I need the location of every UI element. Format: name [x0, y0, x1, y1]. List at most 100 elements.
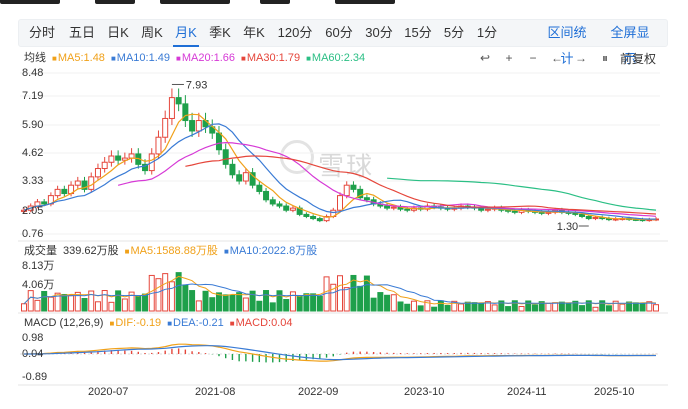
volume-bar — [135, 295, 142, 312]
macd-tick-label: 0.04 — [22, 348, 44, 360]
candle-body — [289, 207, 296, 211]
candle-body — [572, 212, 579, 215]
volume-bar — [121, 298, 128, 312]
volume-bar — [34, 299, 41, 312]
candle-body — [215, 132, 222, 151]
volume-bar — [619, 303, 626, 312]
volume-bar — [202, 290, 209, 312]
volume-bar — [142, 293, 149, 312]
volume-bar — [653, 304, 659, 312]
volume-bar — [444, 305, 451, 312]
volume-bar — [478, 302, 485, 312]
volume-bar — [21, 303, 27, 312]
candle-body — [108, 155, 115, 163]
volume-bar — [377, 292, 384, 312]
volume-bar — [310, 293, 317, 312]
x-tick-label: 2021-08 — [195, 386, 236, 398]
volume-bar — [471, 302, 478, 312]
candle-body — [263, 190, 270, 201]
volume-bar — [108, 301, 115, 312]
volume-bar — [370, 297, 377, 312]
volume-bar — [316, 295, 323, 312]
volume-bar — [61, 293, 68, 312]
volume-bar — [296, 295, 303, 312]
candle-body — [175, 97, 182, 105]
volume-bar — [511, 300, 518, 312]
candle-body — [115, 155, 122, 161]
price-tick-label: 0.76 — [22, 228, 44, 240]
volume-bar — [256, 300, 263, 312]
candle-body — [350, 184, 357, 190]
volume-bar — [222, 294, 229, 312]
volume-bar — [189, 290, 196, 312]
volume-bar — [236, 292, 243, 312]
candle-body — [189, 120, 196, 132]
candle-body — [128, 153, 135, 159]
volume-bar — [431, 306, 438, 312]
x-tick-label: 2023-10 — [404, 386, 445, 398]
volume-bar — [168, 281, 175, 312]
candle-body — [94, 168, 101, 178]
candle-body — [195, 120, 202, 132]
candle-body — [168, 97, 175, 119]
candle-body — [303, 213, 310, 217]
candle-body — [404, 208, 411, 211]
volume-bar — [518, 305, 525, 312]
volume-bar — [229, 294, 236, 312]
volume-bar — [27, 290, 34, 312]
x-tick-label: 2025-10 — [594, 386, 635, 398]
x-tick-label: 2020-07 — [88, 386, 129, 398]
x-tick-label: 2022-09 — [298, 386, 339, 398]
macd-tick-label: 0.98 — [22, 332, 44, 344]
price-tick-label: 3.33 — [22, 175, 44, 187]
ma-line-20 — [117, 141, 657, 217]
candle-body — [363, 197, 370, 201]
volume-bar — [639, 302, 646, 312]
candle-body — [343, 184, 350, 197]
volume-bar — [263, 290, 270, 312]
volume-bar — [47, 296, 54, 312]
volume-bar — [397, 301, 404, 312]
candle-body — [283, 205, 290, 211]
volume-bar — [155, 278, 162, 312]
candle-body — [337, 195, 343, 211]
candle-body — [384, 205, 391, 209]
price-tick-label: 8.48 — [22, 67, 44, 79]
volume-bar — [337, 275, 343, 312]
volume-bar — [195, 300, 202, 312]
candle-body — [484, 208, 491, 211]
volume-bar — [505, 306, 512, 312]
volume-bar — [612, 300, 619, 312]
candle-body — [101, 161, 108, 170]
candle-body — [256, 184, 263, 192]
candle-body — [269, 199, 276, 205]
volume-bar — [579, 305, 586, 312]
candle-body — [579, 213, 586, 217]
volume-bar — [632, 302, 639, 312]
kline-chart[interactable]: 7.93 1.30 — [0, 0, 688, 409]
candle-body — [511, 210, 518, 213]
volume-bar — [94, 301, 101, 312]
volume-bar — [599, 300, 606, 312]
candle-body — [242, 172, 249, 182]
volume-bar — [531, 304, 538, 312]
price-tick-label: 5.90 — [22, 119, 44, 131]
candle-body — [155, 136, 162, 155]
volume-bar — [175, 272, 182, 312]
volume-bar — [592, 306, 599, 312]
candle-body — [54, 188, 61, 197]
candle-body — [41, 201, 48, 205]
volume-bar — [215, 292, 222, 312]
candle-body — [316, 218, 323, 222]
volume-bar — [115, 290, 122, 312]
candle-body — [310, 215, 317, 220]
volume-bar — [101, 290, 108, 312]
candle-body — [592, 217, 599, 220]
max-price-label: 7.93 — [186, 79, 207, 91]
volume-bar — [384, 294, 391, 312]
volume-bar — [565, 303, 572, 312]
price-tick-label: 2.05 — [22, 205, 44, 217]
ma-line-30 — [185, 155, 657, 215]
x-tick-label: 2024-11 — [507, 386, 547, 398]
volume-bar — [242, 297, 249, 312]
